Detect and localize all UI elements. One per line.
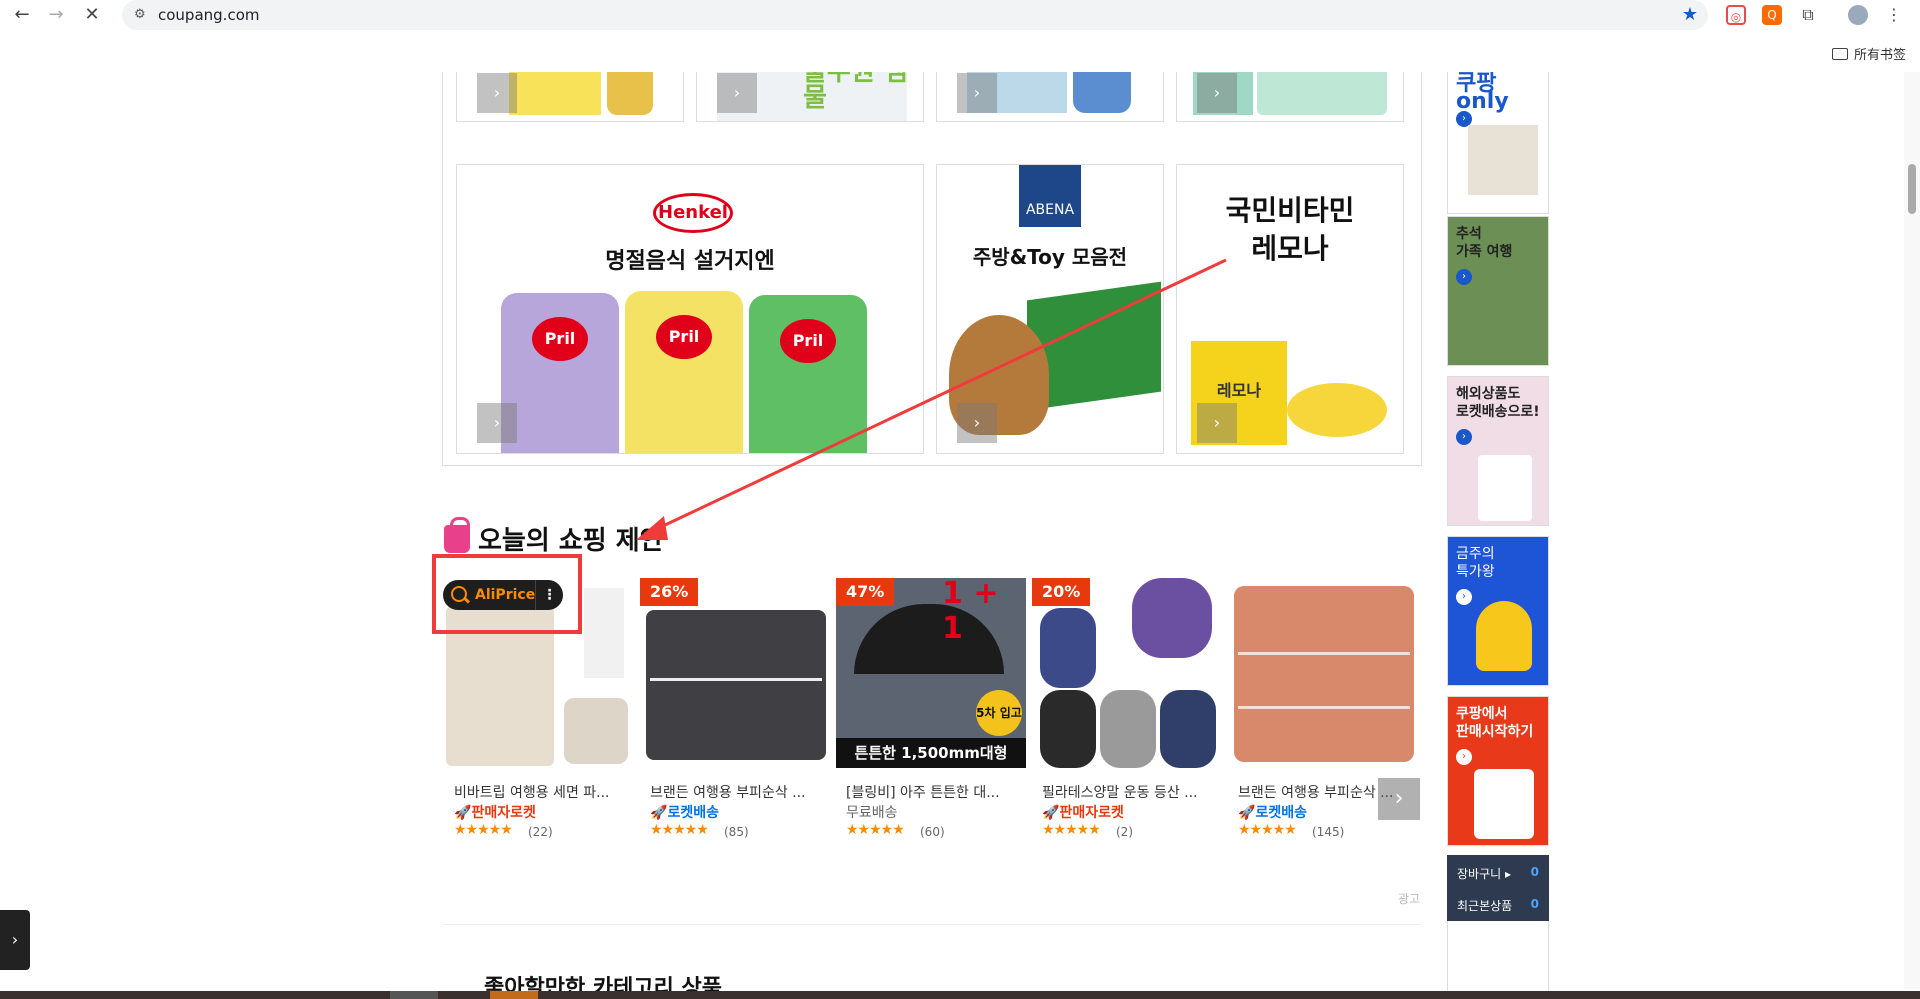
all-bookmarks-label: 所有书签: [1853, 48, 1906, 63]
annotation-arrow-line: [645, 258, 1227, 536]
site-info-icon[interactable]: ⚙: [134, 7, 150, 23]
annotation-arrow-head: [636, 516, 668, 540]
page-content: › 풀무원 샘물 › › › Henkel 명절음식 설거지엔 Pril Pri…: [0, 72, 1920, 999]
bookmarks-bar: 所有书签: [0, 38, 1920, 68]
extensions-puzzle-icon[interactable]: ⧉: [1798, 5, 1818, 25]
scrollbar-thumb[interactable]: [1908, 164, 1916, 214]
annotation-arrow: [636, 258, 1227, 540]
url-text[interactable]: coupang.com: [158, 6, 259, 24]
stop-loading-icon[interactable]: ✕: [80, 3, 104, 27]
annotation-highlight-box: [432, 554, 582, 634]
browser-toolbar: ← → ✕ ⚙ coupang.com ★ ◎ Q ⧉ ⋮: [0, 0, 1920, 30]
page-scrollbar[interactable]: [1904, 72, 1920, 989]
aliprice-extension-icon[interactable]: Q: [1762, 5, 1782, 25]
forward-icon[interactable]: →: [44, 3, 68, 27]
browser-menu-icon[interactable]: ⋮: [1884, 5, 1904, 25]
bookmark-star-icon[interactable]: ★: [1682, 4, 1698, 25]
back-icon[interactable]: ←: [10, 3, 34, 27]
taskbar-item[interactable]: [390, 991, 438, 999]
extension-icon-1[interactable]: ◎: [1726, 5, 1746, 25]
browser-chrome: ← → ✕ ⚙ coupang.com ★ ◎ Q ⧉ ⋮ 所有书签: [0, 0, 1920, 72]
folder-icon: [1831, 48, 1848, 60]
profile-avatar[interactable]: [1848, 5, 1868, 25]
side-panel-toggle[interactable]: ›: [0, 910, 30, 970]
taskbar: [0, 991, 1920, 999]
address-bar[interactable]: ⚙ coupang.com ★: [122, 0, 1708, 30]
taskbar-item-active[interactable]: [490, 991, 538, 999]
all-bookmarks-button[interactable]: 所有书签: [1831, 44, 1906, 63]
